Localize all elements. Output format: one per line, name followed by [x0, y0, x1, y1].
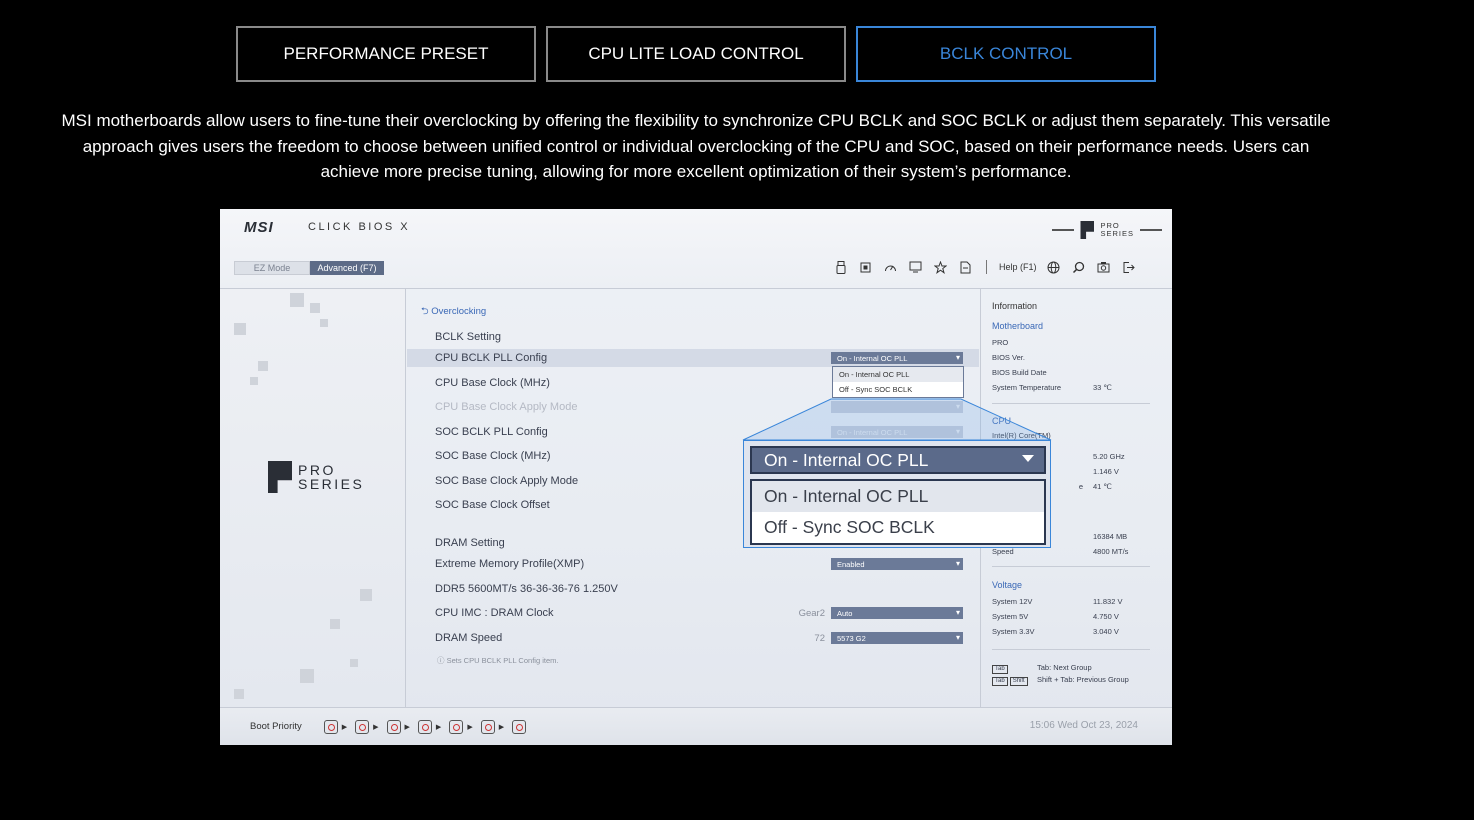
chevron-down-icon [1022, 455, 1034, 462]
pro-series-badge: PRO SERIES [268, 461, 364, 493]
tab-bar: PERFORMANCE PRESET CPU LITE LOAD CONTROL… [236, 26, 1156, 82]
boot-priority-label: Boot Priority [250, 721, 302, 732]
tab-bclk-control[interactable]: BCLK CONTROL [856, 26, 1156, 82]
memory-speed: Speed 4800 MT/s [992, 547, 1129, 556]
pro-logo-icon [268, 461, 292, 493]
setting-dram-speed[interactable]: DRAM Speed 72 5573 G2 [407, 629, 979, 647]
boot-device-icon[interactable] [512, 719, 527, 734]
cpu-icon[interactable] [857, 260, 874, 274]
motherboard-heading: Motherboard [992, 321, 1044, 331]
msi-logo: MSI [244, 219, 274, 236]
camera-icon[interactable] [1095, 260, 1112, 274]
boot-device-icon[interactable] [355, 719, 370, 734]
section-heading-bclk: BCLK Setting [435, 331, 502, 343]
zoomed-option-on[interactable]: On - Internal OC PLL [752, 481, 1044, 512]
left-panel: PRO SERIES [220, 289, 406, 707]
tab-cpu-lite-load-control[interactable]: CPU LITE LOAD CONTROL [546, 26, 846, 82]
mode-switch: EZ Mode Advanced (F7) [234, 261, 384, 275]
xmp-profile-info: DDR5 5600MT/s 36-36-36-76 1.250V [435, 583, 618, 595]
setting-xmp[interactable]: Extreme Memory Profile(XMP) Enabled [407, 555, 979, 573]
setting-cpu-bclk-pll-config[interactable]: CPU BCLK PLL Config On - Internal OC PLL [407, 349, 979, 367]
voltage-heading: Voltage [992, 580, 1023, 590]
boot-device-icon[interactable] [449, 719, 464, 734]
cpu-heading: CPU [992, 416, 1012, 426]
tab-performance-preset[interactable]: PERFORMANCE PRESET [236, 26, 536, 82]
help-hint: ⓘ Sets CPU BCLK PLL Config item. [437, 656, 559, 665]
cpu-apply-mode-select[interactable] [831, 401, 963, 413]
ez-mode-button[interactable]: EZ Mode [234, 261, 310, 275]
setting-imc-dram-clock[interactable]: CPU IMC : DRAM Clock Gear2 Auto [407, 604, 979, 622]
cpu-bclk-pll-select[interactable]: On - Internal OC PLL [831, 352, 963, 364]
gauge-icon[interactable] [882, 260, 899, 274]
exit-icon[interactable] [1120, 260, 1137, 274]
voltage-3v3: System 3.3V 3.040 V [992, 627, 1119, 636]
cpu-bclk-pll-dropdown: On - Internal OC PLL Off - Sync SOC BCLK [832, 366, 964, 398]
document-icon[interactable] [957, 260, 974, 274]
product-name: CLICK BIOS X [308, 221, 411, 233]
dram-ratio-value: 72 [814, 632, 825, 644]
boot-device-icon[interactable] [480, 719, 495, 734]
setting-cpu-base-clock-apply-mode[interactable]: CPU Base Clock Apply Mode [407, 398, 979, 416]
bios-screenshot: MSI CLICK BIOS X PRO SERIES EZ Mode Advan… [220, 209, 1172, 745]
zoomed-option-off[interactable]: Off - Sync SOC BCLK [752, 512, 1044, 543]
help-button[interactable]: Help (F1) [999, 262, 1037, 272]
model-name: PRO [992, 338, 1009, 347]
bios-header: MSI CLICK BIOS X PRO SERIES EZ Mode Advan… [220, 209, 1172, 289]
boot-device-icon[interactable] [417, 719, 432, 734]
zoomed-option-list: On - Internal OC PLL Off - Sync SOC BCLK [750, 479, 1046, 545]
zoomed-dropdown-callout: On - Internal OC PLL On - Internal OC PL… [743, 440, 1051, 548]
boot-device-icon[interactable] [386, 719, 401, 734]
gear-value: Gear2 [798, 607, 825, 619]
star-icon[interactable] [932, 260, 949, 274]
cpu-name: Intel(R) Core(TM) [992, 431, 1051, 440]
globe-icon[interactable] [1045, 260, 1062, 274]
feature-description: MSI motherboards allow users to fine-tun… [61, 111, 1331, 182]
pro-series-logo: PRO SERIES [1052, 221, 1162, 239]
boot-device-icon[interactable] [323, 719, 338, 734]
dram-speed-select[interactable]: 5573 G2 [831, 632, 963, 644]
bios-version: BIOS Ver. [992, 353, 1025, 362]
dropdown-option[interactable]: Off - Sync SOC BCLK [833, 382, 963, 397]
info-title: Information [992, 301, 1038, 311]
setting-soc-bclk-pll-config[interactable]: SOC BCLK PLL Config On - Internal OC PLL [407, 423, 979, 441]
dropdown-option[interactable]: On - Internal OC PLL [833, 367, 963, 382]
tab-prev-hint: Tab Shift Shift + Tab: Previous Group [992, 675, 1150, 686]
advanced-mode-button[interactable]: Advanced (F7) [310, 261, 384, 275]
toolbar: Help (F1) [832, 260, 1137, 274]
system-clock: 15:06 Wed Oct 23, 2024 [1029, 720, 1138, 731]
voltage-12v: System 12V 11.832 V [992, 597, 1123, 606]
breadcrumb[interactable]: ⮌ Overclocking [421, 304, 486, 320]
pro-logo-icon [1080, 221, 1095, 239]
voltage-5v: System 5V 4.750 V [992, 612, 1119, 621]
monitor-icon[interactable] [907, 260, 924, 274]
imc-clock-select[interactable]: Auto [831, 607, 963, 619]
tab-next-hint: Tab Tab: Next Group [992, 663, 1150, 674]
xmp-select[interactable]: Enabled [831, 558, 963, 570]
usb-icon[interactable] [832, 260, 849, 274]
zoomed-select[interactable]: On - Internal OC PLL [750, 446, 1046, 474]
boot-priority-bar: Boot Priority ▶ ▶ ▶ ▶ ▶ ▶ 15:06 Wed Oct … [220, 707, 1172, 745]
soc-bclk-pll-select[interactable]: On - Internal OC PLL [831, 426, 963, 438]
system-temperature: System Temperature 33 ℃ [992, 383, 1112, 392]
search-icon[interactable] [1070, 260, 1087, 274]
bios-build-date: BIOS Build Date [992, 368, 1047, 377]
